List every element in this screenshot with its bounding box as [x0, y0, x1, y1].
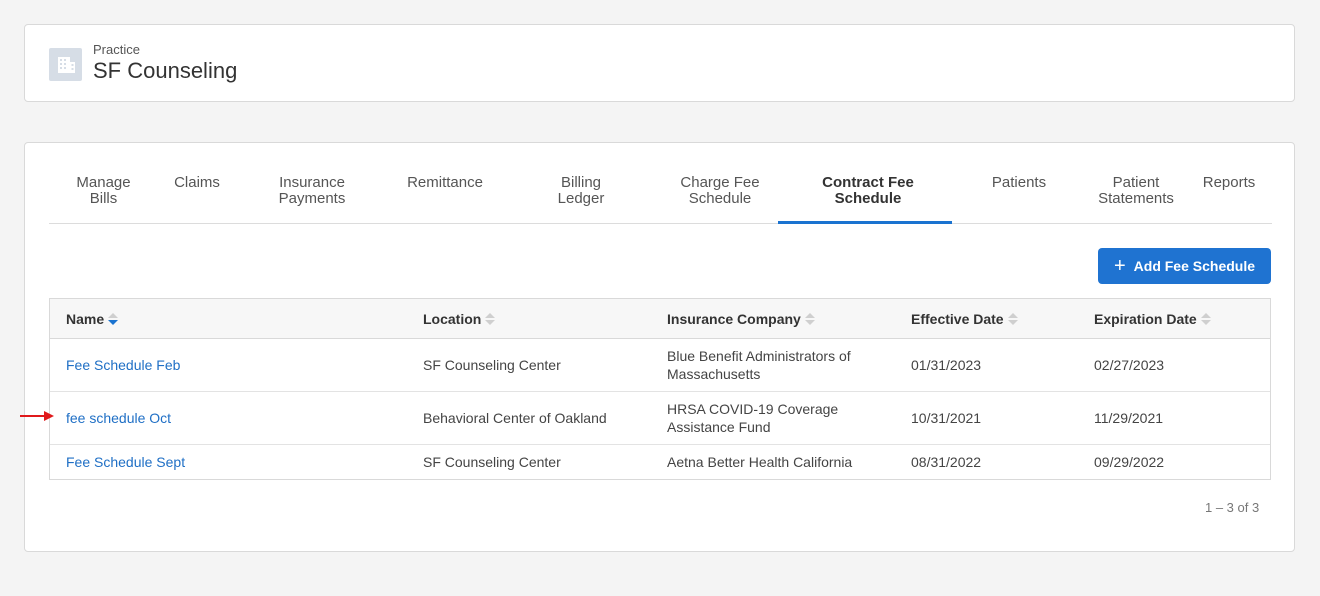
column-header-location[interactable]: Location [423, 311, 496, 327]
tab-manage-bills[interactable]: Manage Bills [57, 175, 150, 207]
insurance-company-cell: Aetna Better Health California [667, 454, 853, 470]
table-header: Name Location Insurance Company Effectiv… [50, 299, 1270, 339]
column-header-label: Insurance Company [667, 311, 801, 327]
expiration-date-cell: 09/29/2022 [1094, 454, 1165, 470]
expiration-date-cell: 11/29/2021 [1094, 410, 1164, 426]
plus-icon: + [1113, 255, 1126, 277]
column-header-effective-date[interactable]: Effective Date [911, 311, 1018, 327]
sort-icon [1007, 313, 1018, 325]
add-fee-schedule-label: Add Fee Schedule [1133, 258, 1256, 274]
tab-claims[interactable]: Claims [164, 175, 230, 191]
tab-patients[interactable]: Patients [964, 175, 1074, 191]
insurance-company-cell: Blue Benefit Administrators of Massachus… [667, 348, 851, 382]
practice-header: Practice SF Counseling [24, 24, 1295, 102]
table-row: Fee Schedule Feb SF Counseling Center Bl… [50, 339, 1270, 392]
sort-icon [1200, 313, 1211, 325]
building-icon [49, 48, 82, 81]
tab-billing-ledger[interactable]: Billing Ledger [517, 175, 645, 207]
fee-schedule-name-link[interactable]: fee schedule Oct [66, 392, 171, 444]
column-header-label: Expiration Date [1094, 311, 1197, 327]
tab-contract-fee-schedule[interactable]: Contract Fee Schedule [803, 175, 933, 207]
tab-remittance[interactable]: Remittance [395, 175, 495, 191]
billing-panel: Manage Bills Claims Insurance Payments R… [24, 142, 1295, 552]
fee-schedule-table: Name Location Insurance Company Effectiv… [49, 298, 1271, 480]
practice-name: SF Counseling [93, 58, 238, 83]
column-header-label: Location [423, 311, 482, 327]
column-header-expiration-date[interactable]: Expiration Date [1094, 311, 1211, 327]
sort-icon [108, 313, 119, 325]
tab-charge-fee-schedule[interactable]: Charge Fee Schedule [660, 175, 780, 207]
practice-label: Practice [93, 42, 140, 57]
fee-schedule-name-link[interactable]: Fee Schedule Feb [66, 339, 180, 391]
effective-date-cell: 08/31/2022 [911, 454, 982, 470]
tab-bar: Manage Bills Claims Insurance Payments R… [49, 143, 1272, 224]
column-header-insurance-company[interactable]: Insurance Company [667, 311, 815, 327]
location-cell: SF Counseling Center [423, 454, 561, 470]
effective-date-cell: 01/31/2023 [911, 357, 982, 373]
column-header-label: Effective Date [911, 311, 1004, 327]
active-tab-indicator [778, 221, 952, 224]
fee-schedule-name-link[interactable]: Fee Schedule Sept [66, 445, 185, 479]
column-header-name[interactable]: Name [66, 311, 119, 327]
pagination-summary: 1 – 3 of 3 [1205, 500, 1260, 515]
add-fee-schedule-button[interactable]: + Add Fee Schedule [1098, 248, 1271, 284]
location-cell: Behavioral Center of Oakland [423, 410, 607, 426]
effective-date-cell: 10/31/2021 [911, 410, 982, 426]
red-arrow-icon [20, 411, 54, 421]
table-row: fee schedule Oct Behavioral Center of Oa… [50, 392, 1270, 445]
sort-icon [485, 313, 496, 325]
sort-icon [804, 313, 815, 325]
column-header-label: Name [66, 311, 105, 327]
insurance-company-cell: HRSA COVID-19 Coverage Assistance Fund [667, 401, 839, 435]
expiration-date-cell: 02/27/2023 [1094, 357, 1165, 373]
location-cell: SF Counseling Center [423, 357, 561, 373]
tab-patient-statements[interactable]: Patient Statements [1076, 175, 1196, 207]
tab-insurance-payments[interactable]: Insurance Payments [247, 175, 377, 207]
tab-reports[interactable]: Reports [1197, 175, 1261, 191]
table-row: Fee Schedule Sept SF Counseling Center A… [50, 445, 1270, 479]
